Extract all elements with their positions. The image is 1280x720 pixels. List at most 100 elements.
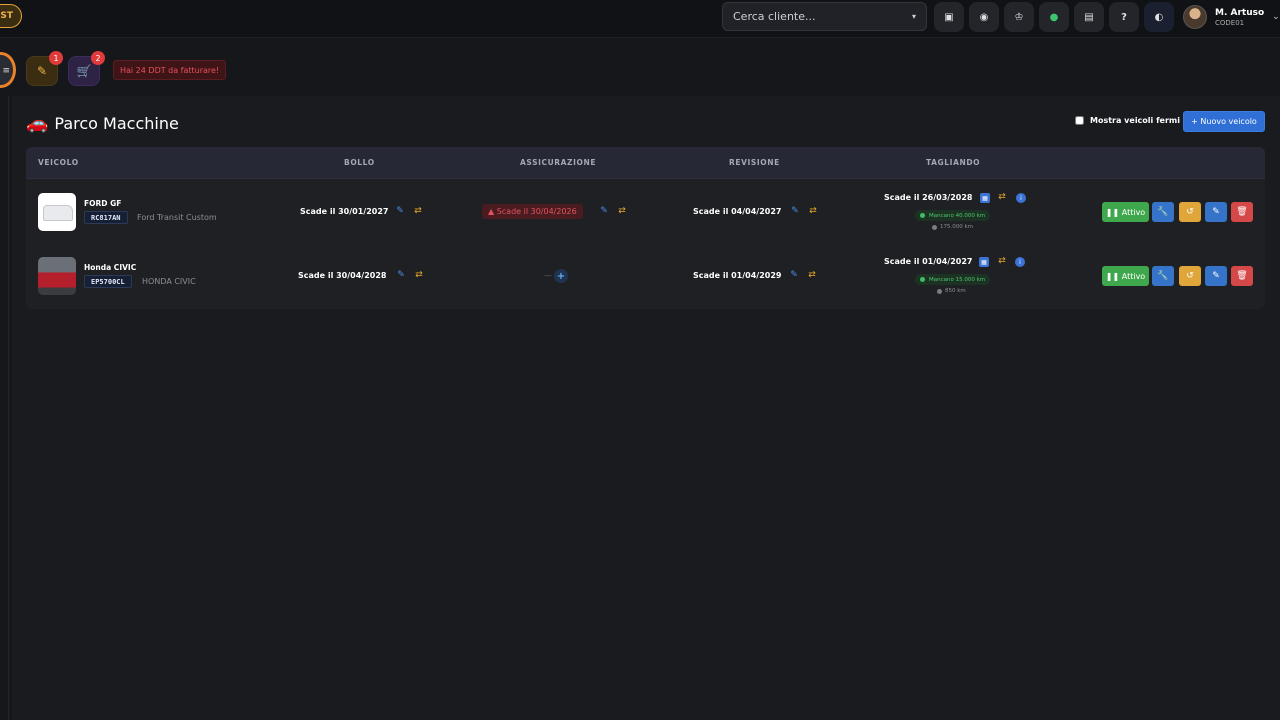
- table-row: Honda CIVIC EP5700CL HONDA CIVIC Scade i…: [26, 244, 1265, 308]
- trash-icon: 🗑: [1236, 271, 1248, 281]
- history-icon: ↺: [1186, 271, 1194, 281]
- renew-icon[interactable]: ⇄: [617, 206, 627, 216]
- chef-icon[interactable]: ♔: [1004, 2, 1034, 32]
- history-button[interactable]: ↺: [1179, 202, 1201, 222]
- history-icon: ↺: [1186, 207, 1194, 217]
- user-info: M. Artuso CODE01: [1215, 8, 1264, 27]
- odometer-text: 850 km: [945, 288, 966, 294]
- vehicle-thumbnail[interactable]: [38, 257, 76, 295]
- brand-pill[interactable]: ST: [0, 4, 22, 28]
- inspection-expiry: Scade il 01/04/2029: [693, 271, 782, 280]
- edit-icon[interactable]: ✎: [395, 206, 405, 216]
- status-dot: [920, 213, 925, 218]
- km-remaining-text: Mancano 15.000 km: [929, 276, 986, 283]
- vehicle-model: HONDA CIVIC: [142, 277, 196, 286]
- theme-toggle-icon[interactable]: ◐: [1144, 2, 1174, 32]
- customer-search[interactable]: ▾: [722, 2, 927, 31]
- vehicle-model: Ford Transit Custom: [137, 213, 217, 222]
- chevron-down-icon[interactable]: ⌄: [1272, 12, 1280, 22]
- vehicle-plate: EP5700CL: [84, 275, 132, 288]
- page-title: Parco Macchine: [54, 113, 179, 133]
- vehicles-table: VEICOLO BOLLO ASSICURAZIONE REVISIONE TA…: [26, 147, 1265, 309]
- chevron-down-icon[interactable]: ▾: [912, 12, 916, 21]
- vehicle-thumbnail[interactable]: [38, 193, 76, 231]
- calendar-icon[interactable]: ▦: [979, 257, 989, 267]
- renew-icon[interactable]: ⇄: [808, 206, 818, 216]
- user-name: M. Artuso: [1215, 7, 1265, 18]
- edit-icon[interactable]: ✎: [790, 206, 800, 216]
- km-remaining-text: Mancano 40.000 km: [929, 212, 986, 219]
- page-header: 🚗 Parco Macchine: [26, 112, 179, 134]
- cart-count-badge: 2: [91, 51, 105, 65]
- cart-button[interactable]: 🛒 2: [68, 51, 105, 86]
- odometer-icon: [937, 288, 942, 294]
- calendar-icon[interactable]: ▦: [980, 193, 990, 203]
- car-icon: 🚗: [26, 112, 49, 134]
- bollo-expiry: Scade il 30/01/2027: [300, 207, 389, 216]
- delete-vehicle-button[interactable]: 🗑: [1231, 266, 1253, 286]
- renew-icon[interactable]: ⇄: [997, 192, 1007, 202]
- km-remaining-badge: Mancano 15.000 km: [915, 274, 991, 285]
- column-header-inspection: REVISIONE: [729, 158, 780, 167]
- ddt-alert[interactable]: Hai 24 DDT da fatturare!: [113, 60, 227, 80]
- menu-icon: ≡: [2, 66, 10, 76]
- tasks-count-badge: 1: [49, 51, 63, 65]
- status-active-button[interactable]: ❚❚ Attivo: [1102, 202, 1149, 222]
- maintenance-button[interactable]: 🔧: [1152, 202, 1174, 222]
- new-vehicle-button[interactable]: + Nuovo veicolo: [1183, 111, 1265, 132]
- insurance-expired-badge: ▲ Scade il 30/04/2026: [482, 204, 583, 219]
- odometer-icon: [932, 224, 937, 230]
- cart-icon: 🛒: [76, 64, 92, 78]
- renew-icon[interactable]: ⇄: [807, 270, 817, 280]
- top-bar: ST ▾ ▣ ◉ ♔ ● ▤ ? ◐ M. Artuso CODE01 ⌄: [0, 0, 1280, 38]
- sidebar-divider: [8, 96, 9, 720]
- info-icon[interactable]: i: [1015, 257, 1025, 267]
- status-dot-icon[interactable]: ●: [1039, 2, 1069, 32]
- vehicle-name: FORD GF: [84, 199, 122, 208]
- wrench-icon: 🔧: [1157, 207, 1169, 217]
- document-icon[interactable]: ▤: [1074, 2, 1104, 32]
- renew-icon[interactable]: ⇄: [414, 270, 424, 280]
- bollo-expiry: Scade il 30/04/2028: [298, 271, 387, 280]
- column-header-vehicle: VEICOLO: [38, 158, 79, 167]
- info-icon[interactable]: i: [1016, 193, 1026, 203]
- column-header-service: TAGLIANDO: [926, 158, 981, 167]
- status-active-button[interactable]: ❚❚ Attivo: [1102, 266, 1149, 286]
- user-menu[interactable]: M. Artuso CODE01 ⌄: [1183, 2, 1280, 32]
- maintenance-button[interactable]: 🔧: [1152, 266, 1174, 286]
- delete-vehicle-button[interactable]: 🗑: [1231, 202, 1253, 222]
- show-stopped-label[interactable]: Mostra veicoli fermi: [1090, 116, 1180, 125]
- customer-search-input[interactable]: [733, 10, 912, 23]
- show-stopped-toggle[interactable]: Mostra veicoli fermi: [1075, 116, 1180, 125]
- edit-vehicle-button[interactable]: ✎: [1205, 266, 1227, 286]
- vehicle-plate: RC817AN: [84, 211, 128, 224]
- service-expiry: Scade il 26/03/2028: [884, 193, 973, 202]
- status-dot: [920, 277, 925, 282]
- column-header-insurance: ASSICURAZIONE: [520, 158, 597, 167]
- renew-icon[interactable]: ⇄: [413, 206, 423, 216]
- history-button[interactable]: ↺: [1179, 266, 1201, 286]
- screen-icon[interactable]: ▣: [934, 2, 964, 32]
- show-stopped-checkbox[interactable]: [1075, 116, 1084, 125]
- renew-icon[interactable]: ⇄: [997, 256, 1007, 266]
- wrench-icon: 🔧: [1157, 271, 1169, 281]
- table-row: FORD GF RC817AN Ford Transit Custom Scad…: [26, 180, 1265, 244]
- user-code: CODE01: [1215, 18, 1245, 27]
- tasks-button[interactable]: ✎ 1: [26, 51, 63, 86]
- odometer-text: 175.000 km: [940, 224, 974, 230]
- trash-icon: 🗑: [1236, 207, 1248, 217]
- avatar[interactable]: [1183, 5, 1207, 29]
- add-insurance-button[interactable]: +: [554, 269, 568, 283]
- edit-icon[interactable]: ✎: [599, 206, 609, 216]
- edit-icon[interactable]: ✎: [789, 270, 799, 280]
- km-remaining-badge: Mancano 40.000 km: [915, 210, 991, 221]
- progress-ring[interactable]: ≡: [0, 52, 16, 88]
- odometer: 850 km: [937, 288, 966, 294]
- edit-vehicle-button[interactable]: ✎: [1205, 202, 1227, 222]
- edit-icon[interactable]: ✎: [396, 270, 406, 280]
- table-header: VEICOLO BOLLO ASSICURAZIONE REVISIONE TA…: [26, 147, 1265, 179]
- globe-icon[interactable]: ◉: [969, 2, 999, 32]
- help-icon[interactable]: ?: [1109, 2, 1139, 32]
- service-expiry: Scade il 01/04/2027: [884, 257, 973, 266]
- odometer: 175.000 km: [932, 224, 973, 230]
